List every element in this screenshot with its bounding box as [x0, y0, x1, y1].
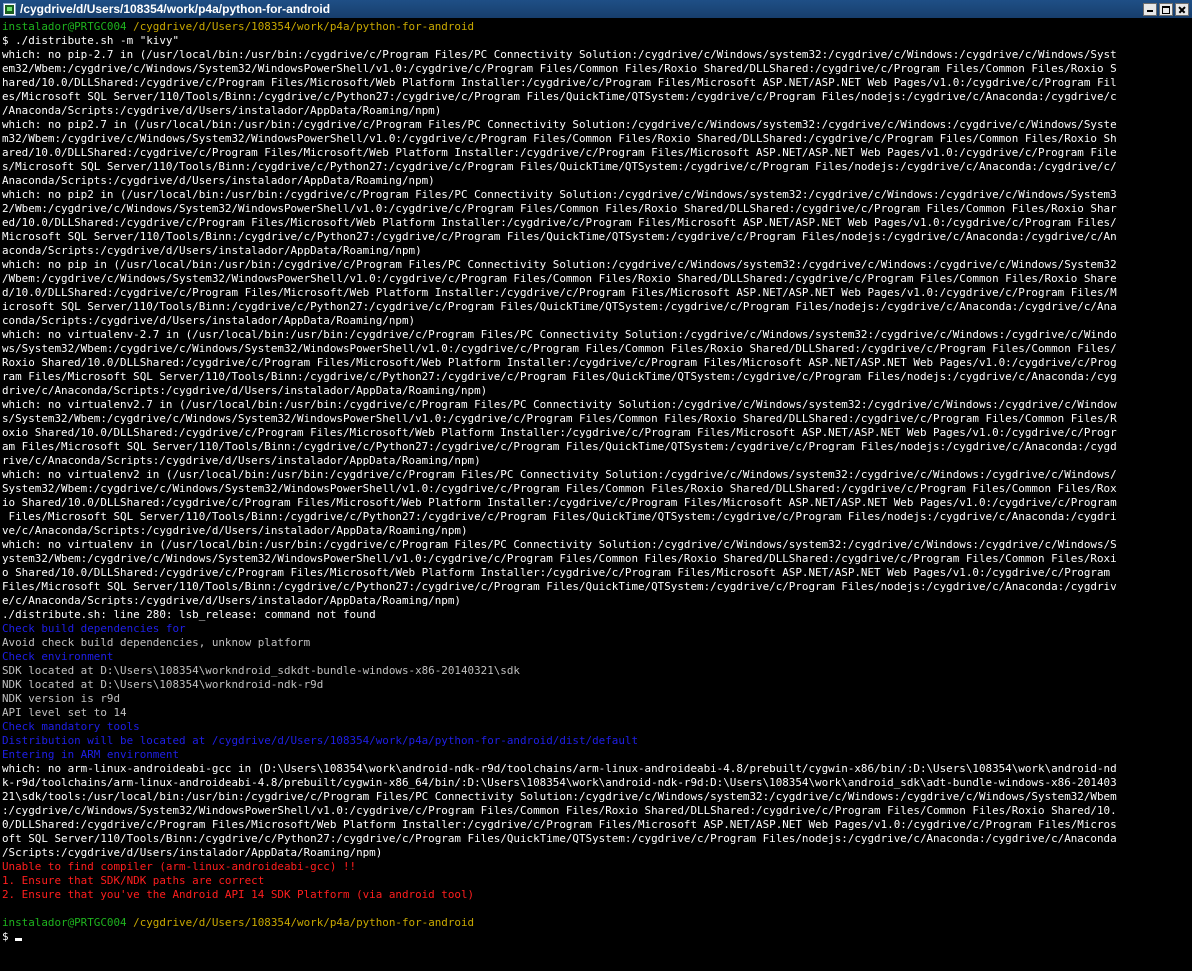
terminal-line: Files/Microsoft SQL Server/110/Tools/Bin… — [2, 510, 1117, 523]
terminal-line: Avoid check build dependencies, unknow p… — [2, 636, 311, 649]
terminal-line: Files/Microsoft SQL Server/110/Tools/Bin… — [2, 580, 1117, 593]
terminal-line: am Files/Microsoft SQL Server/110/Tools/… — [2, 440, 1117, 453]
terminal-line: ve/c/Anaconda/Scripts:/cygdrive/d/Users/… — [2, 524, 468, 537]
terminal-line: icrosoft SQL Server/110/Tools/Binn:/cygd… — [2, 300, 1117, 313]
terminal-line: es/Microsoft SQL Server/110/Tools/Binn:/… — [2, 90, 1117, 103]
terminal-line: ./distribute.sh: line 280: lsb_release: … — [2, 608, 376, 621]
window-controls — [1143, 2, 1189, 16]
terminal-line: oft SQL Server/110/Tools/Binn:/cygdrive/… — [2, 832, 1117, 845]
terminal-line: which: no arm-linux-androideabi-gcc in (… — [2, 762, 1117, 775]
prompt-path: /cygdrive/d/Users/108354/work/p4a/python… — [133, 916, 475, 929]
terminal-line: ed/10.0/DLLShared:/cygdrive/c/Program Fi… — [2, 216, 1117, 229]
terminal-line: s/Microsoft SQL Server/110/Tools/Binn:/c… — [2, 160, 1117, 173]
terminal-line: API level set to 14 — [2, 706, 127, 719]
terminal-line: which: no pip-2.7 in (/usr/local/bin:/us… — [2, 48, 1117, 61]
maximize-icon[interactable] — [1159, 2, 1173, 16]
terminal-line: Entering in ARM environment — [2, 748, 180, 761]
terminal-line: /Anaconda/Scripts:/cygdrive/d/Users/inst… — [2, 104, 442, 117]
terminal-line: Check environment — [2, 650, 114, 663]
terminal-line: Distribution will be located at /cygdriv… — [2, 734, 639, 747]
terminal-line: e/c/Anaconda/Scripts:/cygdrive/d/Users/i… — [2, 594, 461, 607]
terminal-line: 0/DLLShared:/cygdrive/c/Program Files/Mi… — [2, 818, 1117, 831]
title-bar[interactable]: /cygdrive/d/Users/108354/work/p4a/python… — [0, 0, 1192, 18]
terminal-line: which: no virtualenv in (/usr/local/bin:… — [2, 538, 1117, 551]
terminal-line: Check mandatory tools — [2, 720, 140, 733]
terminal-line: 1. Ensure that SDK/NDK paths are correct — [2, 874, 265, 887]
terminal-line: 2/Wbem:/cygdrive/c/Windows/System32/Wind… — [2, 202, 1117, 215]
terminal-line: Unable to find compiler (arm-linux-andro… — [2, 860, 357, 873]
terminal-line: oxio Shared/10.0/DLLShared:/cygdrive/c/P… — [2, 426, 1117, 439]
terminal-app-icon[interactable] — [3, 2, 16, 16]
terminal-line: SDK located at D:\Users\108354\workndroi… — [2, 664, 520, 677]
terminal-line: io Shared/10.0/DLLShared:/cygdrive/c/Pro… — [2, 496, 1117, 509]
terminal-line: /Scripts:/cygdrive/d/Users/instalador/Ap… — [2, 846, 383, 859]
output-lines: $ ./distribute.sh -m "kivy" which: no pip… — [2, 34, 1192, 902]
input-line[interactable]: $ — [2, 930, 1192, 944]
terminal-line: ws/System32/Wbem:/cygdrive/c/Windows/Sys… — [2, 342, 1117, 355]
terminal-line: m32/Wbem:/cygdrive/c/Windows/System32/Wi… — [2, 132, 1117, 145]
minimize-icon[interactable] — [1143, 2, 1157, 16]
prompt-user-host: instalador@PRTGC004 — [2, 916, 127, 929]
terminal-line: o Shared/10.0/DLLShared:/cygdrive/c/Prog… — [2, 566, 1117, 579]
prompt-line: instalador@PRTGC004 /cygdrive/d/Users/10… — [2, 20, 1192, 34]
terminal-line: /Wbem:/cygdrive/c/Windows/System32/Windo… — [2, 272, 1117, 285]
terminal-line: Anaconda/Scripts:/cygdrive/d/Users/insta… — [2, 174, 435, 187]
terminal-line: :/cygdrive/c/Windows/System32/WindowsPow… — [2, 804, 1117, 817]
cygwin-terminal-window: /cygdrive/d/Users/108354/work/p4a/python… — [0, 0, 1192, 971]
terminal-line: 21\sdk/tools:/usr/local/bin:/usr/bin:/cy… — [2, 790, 1117, 803]
prompt-symbol: $ — [2, 930, 9, 943]
terminal-line: k-r9d/toolchains/arm-linux-androideabi-4… — [2, 776, 1117, 789]
terminal-line: which: no pip2 in (/usr/local/bin:/usr/b… — [2, 188, 1117, 201]
terminal-line: s/System32/Wbem:/cygdrive/c/Windows/Syst… — [2, 412, 1117, 425]
terminal-line: ram Files/Microsoft SQL Server/110/Tools… — [2, 370, 1117, 383]
terminal-line: NDK version is r9d — [2, 692, 121, 705]
terminal-line: conda/Scripts:/cygdrive/d/Users/instalad… — [2, 314, 416, 327]
terminal-line: ared/10.0/DLLShared:/cygdrive/c/Program … — [2, 146, 1117, 159]
terminal-line: which: no virtualenv2.7 in (/usr/local/b… — [2, 398, 1117, 411]
terminal-line: 2. Ensure that you've the Android API 14… — [2, 888, 475, 901]
terminal-line: Microsoft SQL Server/110/Tools/Binn:/cyg… — [2, 230, 1117, 243]
terminal-line: System32/Wbem:/cygdrive/c/Windows/System… — [2, 482, 1117, 495]
terminal-line: ystem32/Wbem:/cygdrive/c/Windows/System3… — [2, 552, 1117, 565]
terminal-line: which: no pip2.7 in (/usr/local/bin:/usr… — [2, 118, 1117, 131]
prompt-line: instalador@PRTGC004 /cygdrive/d/Users/10… — [2, 916, 1192, 930]
terminal-line: drive/c/Anaconda/Scripts:/cygdrive/d/Use… — [2, 384, 488, 397]
terminal-line: which: no virtualenv2 in (/usr/local/bin… — [2, 468, 1117, 481]
terminal-line: Roxio Shared/10.0/DLLShared:/cygdrive/c/… — [2, 356, 1117, 369]
prompt-path: /cygdrive/d/Users/108354/work/p4a/python… — [133, 20, 475, 33]
terminal-line: em32/Wbem:/cygdrive/c/Windows/System32/W… — [2, 62, 1117, 75]
terminal-line: rive/c/Anaconda/Scripts:/cygdrive/d/User… — [2, 454, 481, 467]
window-title: /cygdrive/d/Users/108354/work/p4a/python… — [20, 2, 331, 16]
close-icon[interactable] — [1175, 2, 1189, 16]
terminal-line: $ ./distribute.sh -m "kivy" — [2, 34, 180, 47]
terminal-line: d/10.0/DLLShared:/cygdrive/c/Program Fil… — [2, 286, 1117, 299]
terminal-line: NDK located at D:\Users\108354\workndroi… — [2, 678, 324, 691]
terminal-line: which: no pip in (/usr/local/bin:/usr/bi… — [2, 258, 1117, 271]
terminal-output[interactable]: instalador@PRTGC004 /cygdrive/d/Users/10… — [0, 20, 1192, 971]
terminal-line: which: no virtualenv-2.7 in (/usr/local/… — [2, 328, 1117, 341]
text-cursor — [15, 938, 23, 941]
terminal-line: aconda/Scripts:/cygdrive/d/Users/instala… — [2, 244, 422, 257]
terminal-line: Check build dependencies for — [2, 622, 186, 635]
prompt-user-host: instalador@PRTGC004 — [2, 20, 127, 33]
terminal-line: hared/10.0/DLLShared:/cygdrive/c/Program… — [2, 76, 1117, 89]
